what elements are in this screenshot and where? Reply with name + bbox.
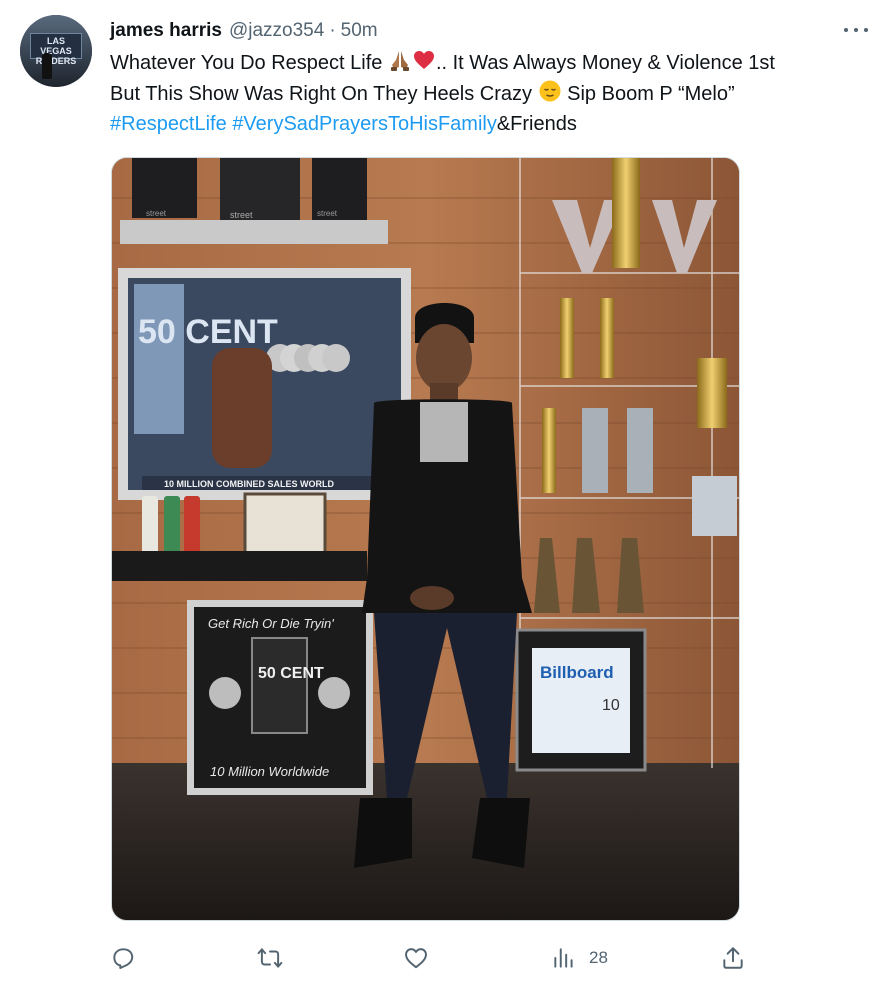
- shelf-box-label: street: [317, 209, 338, 218]
- tweet-text-line-3: #RespectLife #VerySadPrayersToHisFamily&…: [110, 109, 880, 140]
- tweet-actions: 28: [110, 940, 750, 976]
- reply-button[interactable]: [110, 940, 148, 976]
- album-plaque-title: Get Rich Or Die Tryin': [208, 616, 334, 631]
- hashtag-link[interactable]: #VerySadPrayersToHisFamily: [232, 113, 497, 135]
- shelf-box-label: street: [146, 209, 167, 218]
- reply-icon: [113, 948, 134, 969]
- author-name[interactable]: james harris: [110, 20, 222, 42]
- views-chart-icon: [554, 948, 573, 968]
- tweet-text-segment: Sip Boom P “Melo”: [567, 82, 735, 105]
- tweet-timestamp[interactable]: 50m: [341, 20, 378, 42]
- header-separator: ·: [329, 20, 336, 41]
- avatar-person: [42, 53, 52, 79]
- like-button[interactable]: [403, 940, 441, 976]
- author-handle[interactable]: @jazzo354: [229, 20, 324, 42]
- album-plaque-footer: 10 Million Worldwide: [210, 764, 329, 779]
- like-heart-icon: [405, 948, 427, 969]
- author-avatar[interactable]: LAS VEGAS RAIDERS: [20, 15, 92, 87]
- praying-hands-emoji: [388, 48, 412, 82]
- share-button[interactable]: [720, 940, 746, 976]
- tweet-text-line-2: But This Show Was Right On They Heels Cr…: [110, 79, 880, 110]
- tweet-header: james harris @jazzo354 · 50m: [110, 17, 378, 45]
- tweet-text: Whatever You Do Respect Life .. It Was A…: [110, 48, 880, 140]
- red-heart-emoji: [412, 48, 436, 82]
- billboard-logo: Billboard: [540, 663, 614, 682]
- tweet-photo[interactable]: street street street 50 CENT 10 MILLION …: [111, 157, 740, 921]
- album-plaque-logo: 50 CENT: [258, 665, 324, 682]
- photo-scene: street street street 50 CENT 10 MILLION …: [112, 158, 739, 920]
- views-count: 28: [589, 948, 608, 967]
- views-button[interactable]: 28: [551, 940, 608, 976]
- plaque-caption: 10 MILLION COMBINED SALES WORLD: [164, 479, 335, 489]
- retweet-button[interactable]: [256, 940, 296, 976]
- tweet-text-segment: Whatever You Do Respect Life: [110, 52, 383, 74]
- tweet-text-segment: .. It Was Always Money & Violence 1st: [435, 52, 775, 74]
- billboard-year: 10: [602, 697, 620, 714]
- plaque-big-text: 50 CENT: [138, 313, 278, 351]
- hashtag-link[interactable]: #RespectLife: [110, 113, 227, 135]
- tweet-text-segment: But This Show Was Right On They Heels Cr…: [110, 82, 533, 105]
- retweet-icon: [257, 948, 283, 968]
- more-options-icon[interactable]: [842, 18, 870, 42]
- tweet-text-segment: &Friends: [496, 113, 577, 135]
- share-upload-icon: [723, 947, 743, 969]
- relieved-face-emoji: [538, 79, 562, 113]
- tweet-text-line-1: Whatever You Do Respect Life .. It Was A…: [110, 48, 880, 79]
- avatar-sign-text: LAS VEGAS RAIDERS: [30, 33, 82, 66]
- shelf-box-label: street: [230, 210, 253, 220]
